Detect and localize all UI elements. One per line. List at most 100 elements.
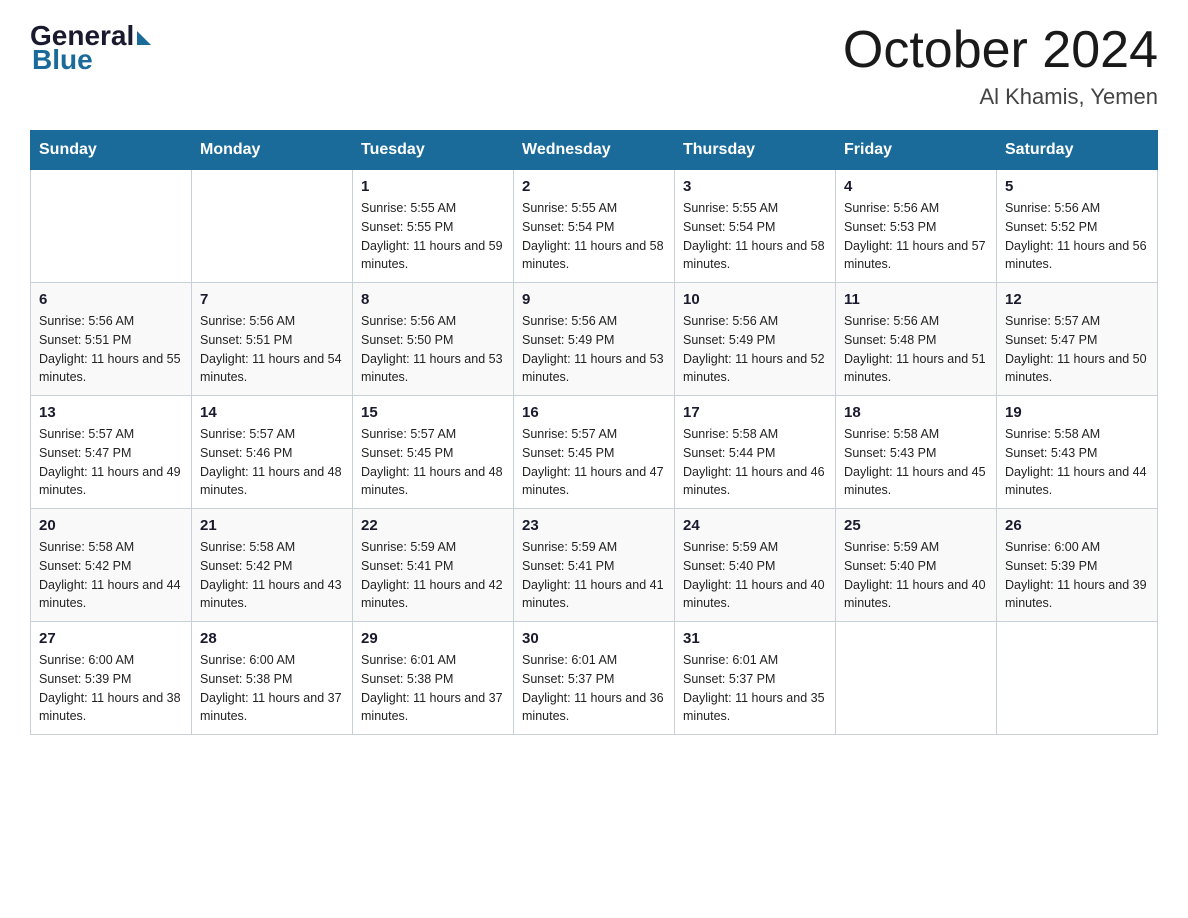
day-info: Sunrise: 5:58 AMSunset: 5:43 PMDaylight:…	[1005, 425, 1149, 500]
day-number: 13	[39, 404, 183, 421]
calendar-cell: 2Sunrise: 5:55 AMSunset: 5:54 PMDaylight…	[514, 170, 675, 283]
day-info: Sunrise: 5:56 AMSunset: 5:50 PMDaylight:…	[361, 312, 505, 387]
day-number: 28	[200, 630, 344, 647]
day-number: 14	[200, 404, 344, 421]
calendar-cell: 16 Sunrise: 5:57 AMSunset: 5:45 PMDayligh…	[514, 396, 675, 509]
col-header-thursday: Thursday	[675, 131, 836, 170]
day-info: Sunrise: 5:57 AMSunset: 5:45 PMDaylight:…	[522, 425, 666, 500]
calendar-cell: 24 Sunrise: 5:59 AMSunset: 5:40 PMDayligh…	[675, 509, 836, 622]
logo-arrow-icon	[137, 31, 151, 45]
day-number: 10	[683, 291, 827, 308]
calendar-cell: 7Sunrise: 5:56 AMSunset: 5:51 PMDaylight…	[192, 283, 353, 396]
calendar-cell: 27 Sunrise: 6:00 AMSunset: 5:39 PMDayligh…	[31, 622, 192, 735]
calendar-cell: 3 Sunrise: 5:55 AMSunset: 5:54 PMDaylight…	[675, 170, 836, 283]
day-info: Sunrise: 6:00 AMSunset: 5:38 PMDaylight:…	[200, 651, 344, 726]
calendar-cell: 25 Sunrise: 5:59 AMSunset: 5:40 PMDayligh…	[836, 509, 997, 622]
calendar-cell: 12 Sunrise: 5:57 AMSunset: 5:47 PMDayligh…	[997, 283, 1158, 396]
day-number: 4	[844, 178, 988, 195]
title-block: October 2024 Al Khamis, Yemen	[843, 20, 1158, 110]
day-info: Sunrise: 6:01 AMSunset: 5:38 PMDaylight:…	[361, 651, 505, 726]
day-number: 23	[522, 517, 666, 534]
calendar-week-row: 1Sunrise: 5:55 AMSunset: 5:55 PMDaylight…	[31, 170, 1158, 283]
day-number: 31	[683, 630, 827, 647]
day-info: Sunrise: 5:59 AMSunset: 5:41 PMDaylight:…	[361, 538, 505, 613]
day-info: Sunrise: 5:58 AMSunset: 5:42 PMDaylight:…	[39, 538, 183, 613]
day-info: Sunrise: 5:57 AMSunset: 5:45 PMDaylight:…	[361, 425, 505, 500]
calendar-cell: 6 Sunrise: 5:56 AMSunset: 5:51 PMDaylight…	[31, 283, 192, 396]
day-number: 26	[1005, 517, 1149, 534]
day-number: 12	[1005, 291, 1149, 308]
day-info: Sunrise: 5:56 AMSunset: 5:49 PMDaylight:…	[683, 312, 827, 387]
day-number: 24	[683, 517, 827, 534]
day-number: 25	[844, 517, 988, 534]
day-info: Sunrise: 5:55 AMSunset: 5:54 PMDaylight:…	[683, 199, 827, 274]
calendar-cell: 14 Sunrise: 5:57 AMSunset: 5:46 PMDayligh…	[192, 396, 353, 509]
calendar-cell: 9Sunrise: 5:56 AMSunset: 5:49 PMDaylight…	[514, 283, 675, 396]
calendar-week-row: 27 Sunrise: 6:00 AMSunset: 5:39 PMDayligh…	[31, 622, 1158, 735]
day-info: Sunrise: 5:59 AMSunset: 5:40 PMDaylight:…	[844, 538, 988, 613]
day-info: Sunrise: 5:59 AMSunset: 5:41 PMDaylight:…	[522, 538, 666, 613]
day-info: Sunrise: 6:00 AMSunset: 5:39 PMDaylight:…	[1005, 538, 1149, 613]
day-number: 21	[200, 517, 344, 534]
calendar-cell: 13 Sunrise: 5:57 AMSunset: 5:47 PMDayligh…	[31, 396, 192, 509]
day-number: 3	[683, 178, 827, 195]
calendar-cell: 10 Sunrise: 5:56 AMSunset: 5:49 PMDayligh…	[675, 283, 836, 396]
calendar-week-row: 6 Sunrise: 5:56 AMSunset: 5:51 PMDaylight…	[31, 283, 1158, 396]
day-info: Sunrise: 5:57 AMSunset: 5:46 PMDaylight:…	[200, 425, 344, 500]
day-info: Sunrise: 5:56 AMSunset: 5:53 PMDaylight:…	[844, 199, 988, 274]
calendar-cell	[31, 170, 192, 283]
day-number: 20	[39, 517, 183, 534]
day-info: Sunrise: 5:59 AMSunset: 5:40 PMDaylight:…	[683, 538, 827, 613]
calendar-cell: 8 Sunrise: 5:56 AMSunset: 5:50 PMDaylight…	[353, 283, 514, 396]
day-info: Sunrise: 6:01 AMSunset: 5:37 PMDaylight:…	[522, 651, 666, 726]
calendar-cell: 28 Sunrise: 6:00 AMSunset: 5:38 PMDayligh…	[192, 622, 353, 735]
day-number: 19	[1005, 404, 1149, 421]
day-info: Sunrise: 5:56 AMSunset: 5:51 PMDaylight:…	[39, 312, 183, 387]
day-number: 27	[39, 630, 183, 647]
day-number: 17	[683, 404, 827, 421]
col-header-friday: Friday	[836, 131, 997, 170]
day-number: 5	[1005, 178, 1149, 195]
day-info: Sunrise: 5:55 AMSunset: 5:54 PMDaylight:…	[522, 199, 666, 274]
day-number: 22	[361, 517, 505, 534]
calendar-cell	[997, 622, 1158, 735]
calendar-week-row: 13 Sunrise: 5:57 AMSunset: 5:47 PMDayligh…	[31, 396, 1158, 509]
day-number: 29	[361, 630, 505, 647]
location-subtitle: Al Khamis, Yemen	[843, 84, 1158, 110]
calendar-cell: 5 Sunrise: 5:56 AMSunset: 5:52 PMDaylight…	[997, 170, 1158, 283]
calendar-cell: 11Sunrise: 5:56 AMSunset: 5:48 PMDayligh…	[836, 283, 997, 396]
calendar-cell: 20 Sunrise: 5:58 AMSunset: 5:42 PMDayligh…	[31, 509, 192, 622]
day-number: 1	[361, 178, 505, 195]
calendar-cell: 15 Sunrise: 5:57 AMSunset: 5:45 PMDayligh…	[353, 396, 514, 509]
day-info: Sunrise: 6:00 AMSunset: 5:39 PMDaylight:…	[39, 651, 183, 726]
calendar-cell: 30Sunrise: 6:01 AMSunset: 5:37 PMDayligh…	[514, 622, 675, 735]
day-info: Sunrise: 5:56 AMSunset: 5:51 PMDaylight:…	[200, 312, 344, 387]
col-header-tuesday: Tuesday	[353, 131, 514, 170]
day-number: 15	[361, 404, 505, 421]
calendar-cell: 4 Sunrise: 5:56 AMSunset: 5:53 PMDaylight…	[836, 170, 997, 283]
day-number: 16	[522, 404, 666, 421]
day-info: Sunrise: 5:57 AMSunset: 5:47 PMDaylight:…	[1005, 312, 1149, 387]
calendar-cell: 17 Sunrise: 5:58 AMSunset: 5:44 PMDayligh…	[675, 396, 836, 509]
col-header-saturday: Saturday	[997, 131, 1158, 170]
day-number: 11	[844, 291, 988, 308]
calendar-cell	[836, 622, 997, 735]
day-info: Sunrise: 6:01 AMSunset: 5:37 PMDaylight:…	[683, 651, 827, 726]
calendar-header-row: SundayMondayTuesdayWednesdayThursdayFrid…	[31, 131, 1158, 170]
calendar-cell: 23 Sunrise: 5:59 AMSunset: 5:41 PMDayligh…	[514, 509, 675, 622]
day-number: 8	[361, 291, 505, 308]
day-info: Sunrise: 5:56 AMSunset: 5:52 PMDaylight:…	[1005, 199, 1149, 274]
logo-blue: Blue	[32, 44, 93, 76]
calendar-week-row: 20 Sunrise: 5:58 AMSunset: 5:42 PMDayligh…	[31, 509, 1158, 622]
col-header-sunday: Sunday	[31, 131, 192, 170]
day-number: 6	[39, 291, 183, 308]
calendar-table: SundayMondayTuesdayWednesdayThursdayFrid…	[30, 130, 1158, 735]
day-number: 9	[522, 291, 666, 308]
day-info: Sunrise: 5:57 AMSunset: 5:47 PMDaylight:…	[39, 425, 183, 500]
col-header-wednesday: Wednesday	[514, 131, 675, 170]
calendar-cell	[192, 170, 353, 283]
calendar-cell: 26 Sunrise: 6:00 AMSunset: 5:39 PMDayligh…	[997, 509, 1158, 622]
day-info: Sunrise: 5:58 AMSunset: 5:43 PMDaylight:…	[844, 425, 988, 500]
page-header: General Blue October 2024 Al Khamis, Yem…	[30, 20, 1158, 110]
day-info: Sunrise: 5:58 AMSunset: 5:44 PMDaylight:…	[683, 425, 827, 500]
